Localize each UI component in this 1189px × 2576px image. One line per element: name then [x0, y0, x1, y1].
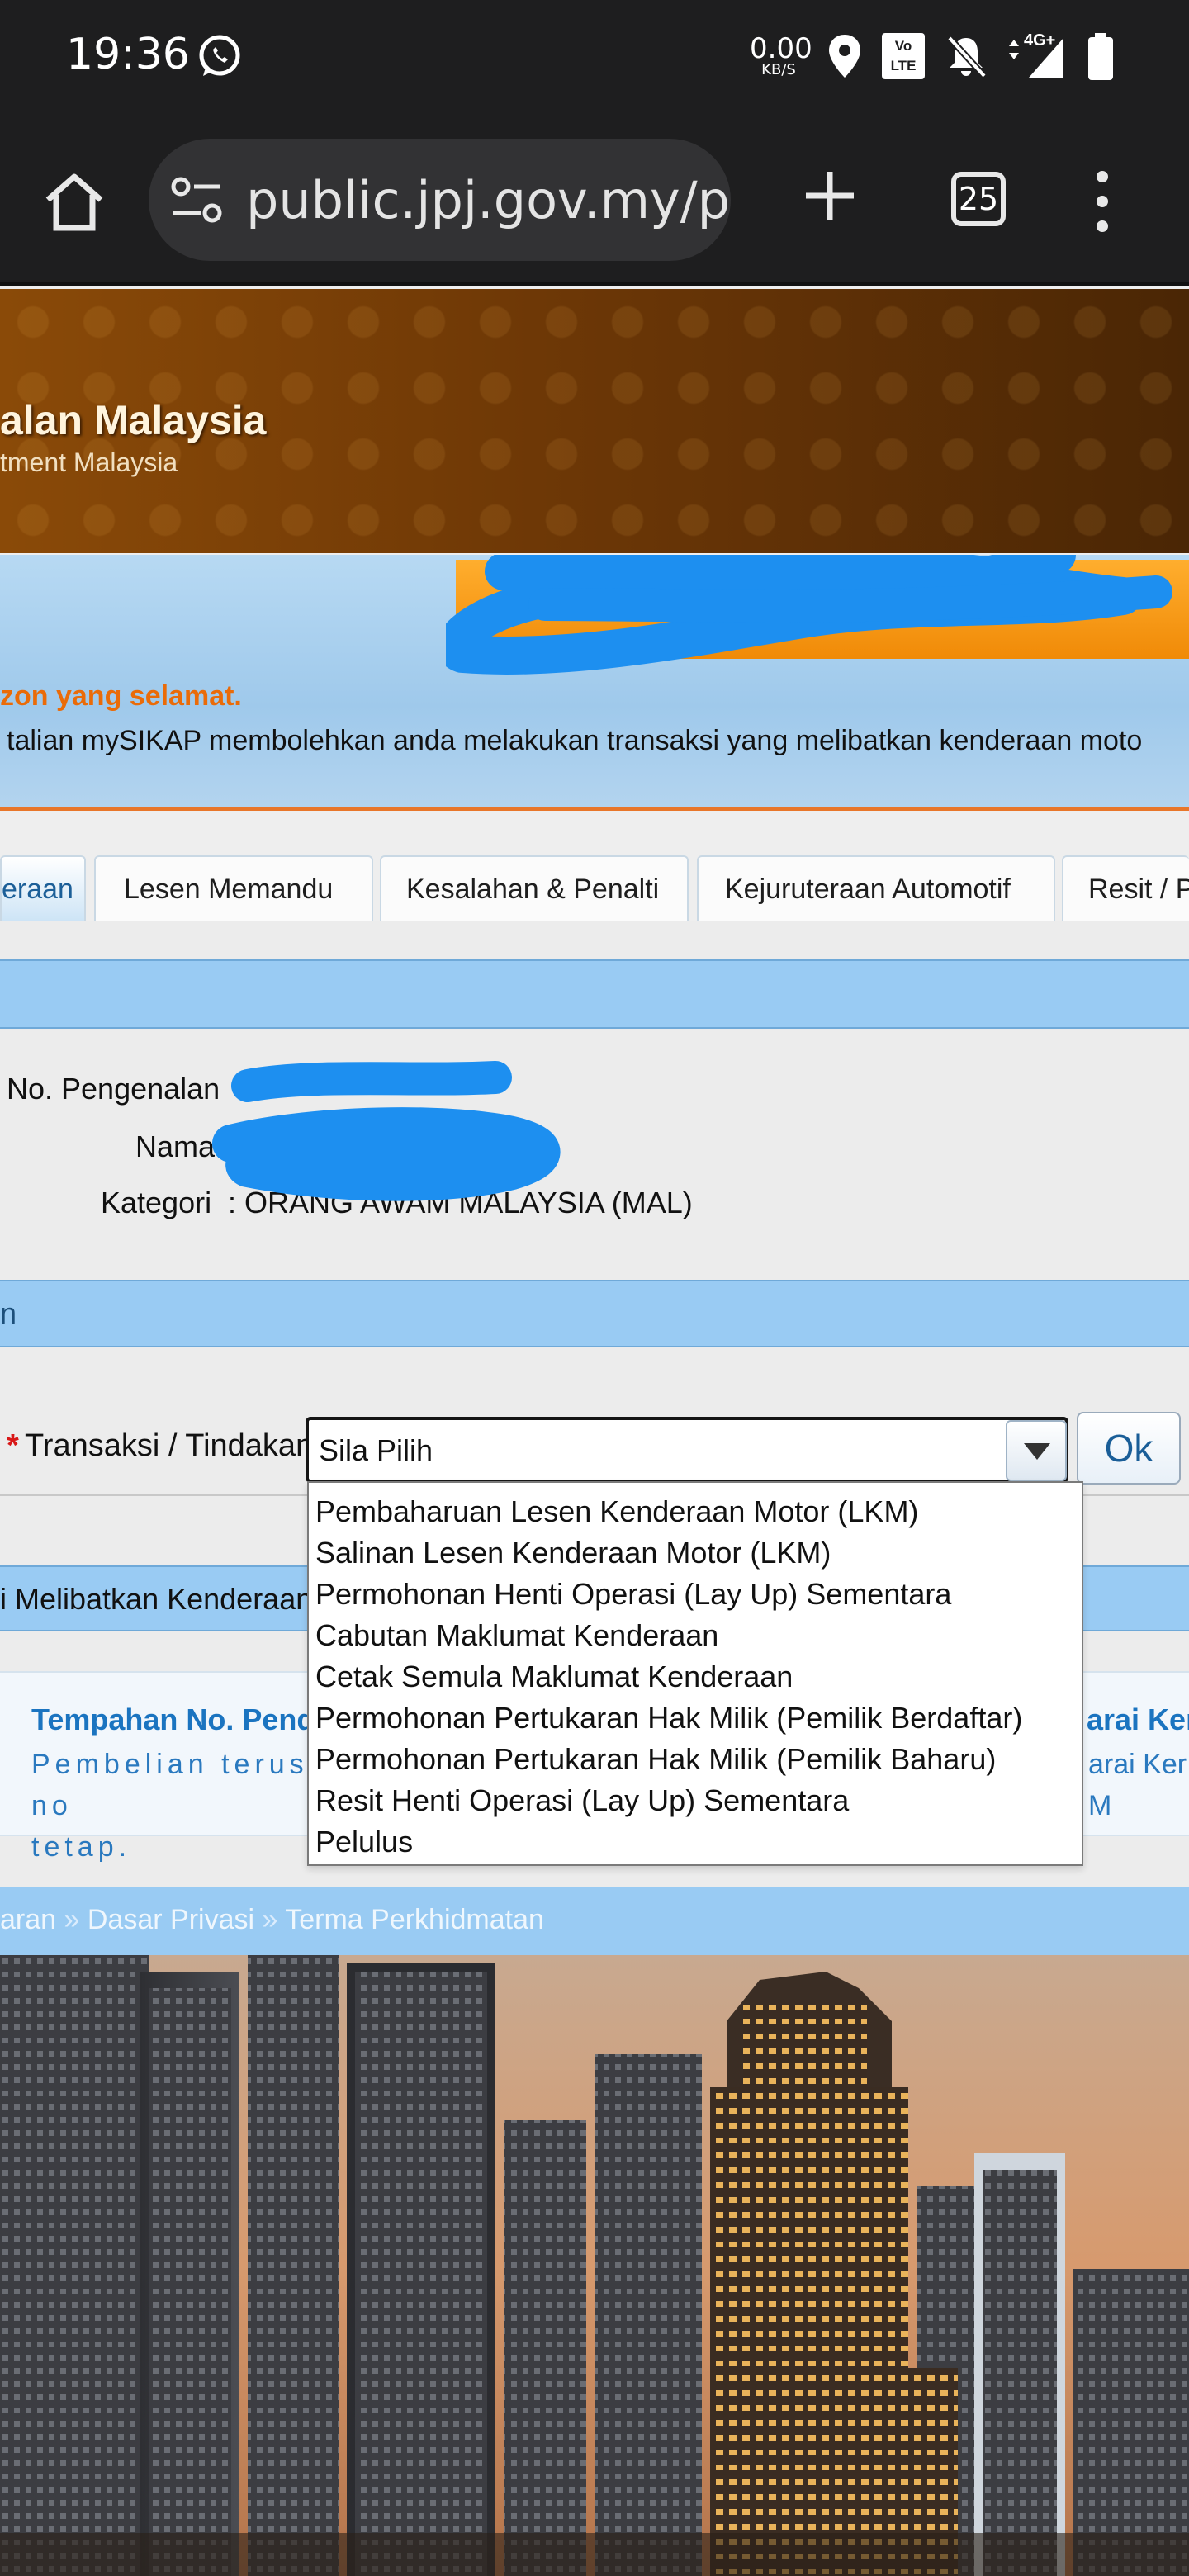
volte-icon: Vo LTE: [882, 33, 925, 79]
required-marker: *: [7, 1428, 19, 1463]
welcome-heading: zon yang selamat.: [0, 680, 242, 712]
footer-bar: aran » Dasar Privasi » Terma Perkhidmata…: [0, 1887, 1189, 1955]
battery-icon: [1088, 33, 1113, 80]
chevron-down-icon: [1024, 1443, 1050, 1460]
card-text-right: arai Ker M: [1088, 1749, 1187, 1821]
welcome-banner: zon yang selamat. talian mySIKAP membole…: [0, 555, 1189, 811]
footer-link-privacy[interactable]: Dasar Privasi: [88, 1904, 254, 1935]
tab-resit[interactable]: Resit / P: [1062, 855, 1189, 921]
option-pelulus[interactable]: Pelulus: [309, 1821, 1082, 1863]
section-bar-transaction-label: n: [0, 1296, 17, 1330]
tab-kesalahan-penalti[interactable]: Kesalahan & Penalti: [380, 855, 689, 921]
address-bar[interactable]: public.jpj.gov.my/publ: [149, 139, 731, 261]
tab-kejuruteraan-automotif[interactable]: Kejuruteraan Automotif: [697, 855, 1055, 921]
signal-icon: [1009, 38, 1063, 78]
dropdown-toggle[interactable]: [1006, 1420, 1067, 1481]
option-cetak-semula[interactable]: Cetak Semula Maklumat Kenderaan: [309, 1656, 1082, 1698]
status-time: 19:36: [66, 30, 190, 79]
transaction-label: Transaksi / Tindakan: [25, 1428, 314, 1463]
site-title: alan Malaysia: [0, 397, 267, 443]
option-henti-operasi[interactable]: Permohonan Henti Operasi (Lay Up) Sement…: [309, 1574, 1082, 1615]
option-pembaharuan-lkm[interactable]: Pembaharuan Lesen Kenderaan Motor (LKM): [309, 1491, 1082, 1532]
footer-link-terms[interactable]: Terma Perkhidmatan: [285, 1904, 544, 1935]
tab-switcher-button[interactable]: 25: [951, 172, 1006, 226]
tab-kenderaan[interactable]: eraan: [0, 855, 86, 921]
whatsapp-icon: [199, 35, 240, 76]
footer-link-1[interactable]: aran: [0, 1904, 56, 1935]
redaction-scribble: [446, 555, 1172, 675]
network-speed: 0.00 KB/S: [750, 32, 812, 78]
option-pertukaran-pemilik-berdaftar[interactable]: Permohonan Pertukaran Hak Milik (Pemilik…: [309, 1698, 1082, 1739]
more-options-icon[interactable]: [1090, 168, 1115, 234]
transaction-select-value: Sila Pilih: [319, 1433, 433, 1467]
card-text-left: Pembelian terus no tetap.: [31, 1749, 309, 1863]
browser-toolbar: public.jpj.gov.my/publ 25: [0, 116, 1189, 286]
section-bar-vehicle-label: i Melibatkan Kenderaan: [0, 1582, 313, 1616]
location-icon: [829, 35, 860, 78]
redaction-scribble-user: [212, 1061, 561, 1201]
home-icon[interactable]: [41, 168, 107, 234]
section-bar-transaction: n: [0, 1280, 1189, 1347]
main-tabs: eraan Lesen Memandu Kesalahan & Penalti …: [0, 855, 1189, 921]
ok-button[interactable]: Ok: [1077, 1412, 1181, 1485]
section-bar-user: [0, 959, 1189, 1029]
option-pertukaran-pemilik-baharu[interactable]: Permohonan Pertukaran Hak Milik (Pemilik…: [309, 1739, 1082, 1780]
option-salinan-lkm[interactable]: Salinan Lesen Kenderaan Motor (LKM): [309, 1532, 1082, 1574]
transaction-select[interactable]: Sila Pilih: [306, 1417, 1068, 1483]
cell-signal: 4G+: [1002, 31, 1068, 81]
footer-links: aran » Dasar Privasi » Terma Perkhidmata…: [0, 1904, 544, 1935]
status-bar: 19:36 0.00 KB/S Vo LTE 4G+: [0, 0, 1189, 116]
transaction-options-list: Pembaharuan Lesen Kenderaan Motor (LKM) …: [307, 1481, 1083, 1866]
option-resit-henti-operasi[interactable]: Resit Henti Operasi (Lay Up) Sementara: [309, 1780, 1082, 1821]
site-subtitle: tment Malaysia: [0, 447, 178, 477]
tab-lesen-memandu[interactable]: Lesen Memandu: [94, 855, 373, 921]
notifications-off-icon: [947, 36, 987, 78]
option-cabutan-maklumat[interactable]: Cabutan Maklumat Kenderaan: [309, 1615, 1082, 1656]
site-settings-icon[interactable]: [169, 173, 224, 228]
card-title-right[interactable]: arai Kenc: [1087, 1702, 1189, 1737]
new-tab-icon[interactable]: [801, 167, 859, 225]
category-label: Kategori: [101, 1186, 212, 1219]
id-label: No. Pengenalan: [7, 1072, 220, 1106]
card-title-left[interactable]: Tempahan No. Penda: [31, 1702, 331, 1737]
city-skyline-image: [0, 1955, 1189, 2576]
site-header: alan Malaysia tment Malaysia: [0, 289, 1189, 553]
welcome-text: talian mySIKAP membolehkan anda melakuka…: [7, 725, 1143, 756]
url-text[interactable]: public.jpj.gov.my/publ: [246, 170, 731, 230]
